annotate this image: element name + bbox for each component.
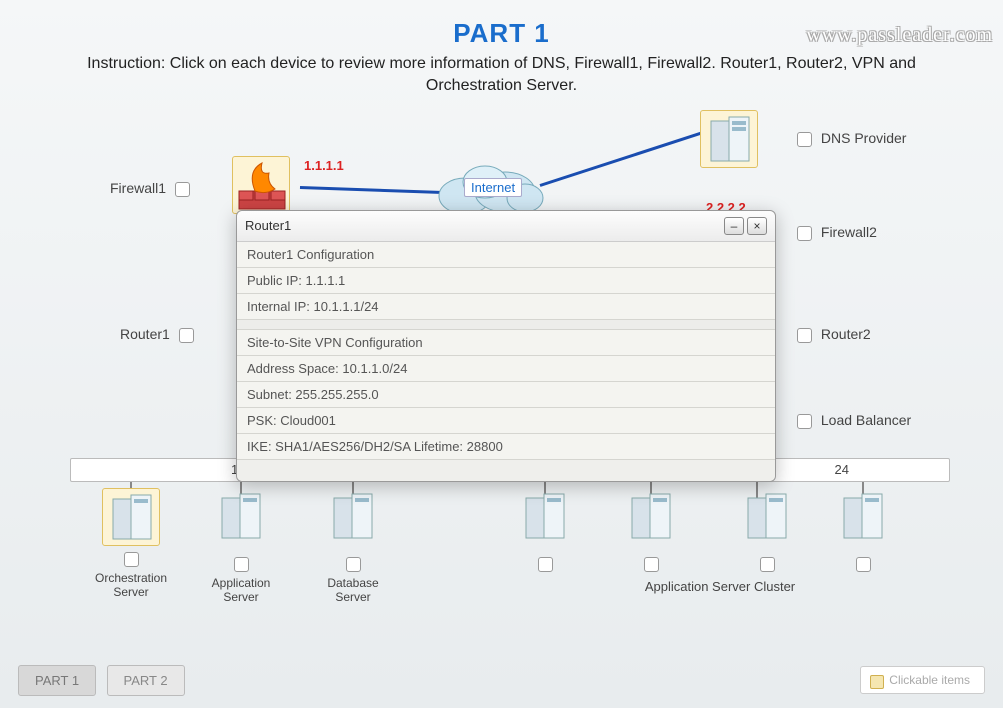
server-icon (516, 488, 574, 546)
application-server-device[interactable] (212, 488, 270, 551)
part2-button[interactable]: PART 2 (107, 665, 185, 696)
cluster1-checkbox[interactable] (538, 557, 553, 572)
dns-checkbox[interactable] (797, 132, 812, 147)
internet-label: Internet (464, 178, 522, 197)
server-icon (738, 488, 796, 546)
router2-checkbox[interactable] (797, 328, 812, 343)
dialog-row: PSK: Cloud001 (237, 408, 775, 434)
router2-text: Router2 (821, 326, 871, 342)
firewall2-text: Firewall2 (821, 224, 877, 240)
dialog-row: Internal IP: 10.1.1.1/24 (237, 294, 775, 320)
server-icon (324, 488, 382, 546)
load-balancer-text: Load Balancer (821, 412, 911, 428)
minimize-button[interactable]: – (724, 217, 744, 235)
firewall1-ip: 1.1.1.1 (304, 158, 344, 173)
server-icon (834, 488, 892, 546)
orchestration-label: Orchestration Server (86, 571, 176, 600)
orchestration-checkbox[interactable] (124, 552, 139, 567)
router1-checkbox[interactable] (179, 328, 194, 343)
dialog-row: Router1 Configuration (237, 242, 775, 268)
cluster-server-3 (712, 488, 822, 576)
internet-cloud: Internet (430, 158, 550, 218)
cluster-server-2 (606, 488, 696, 576)
cluster-label-text: Application Server Cluster (645, 579, 795, 594)
close-button[interactable]: × (747, 217, 767, 235)
database-server-item: Database Server (308, 488, 398, 605)
dns-device[interactable] (700, 110, 758, 168)
cluster4-device[interactable] (834, 488, 892, 551)
application-server-item: Application Server (196, 488, 286, 605)
part1-button[interactable]: PART 1 (18, 665, 96, 696)
cluster3-device[interactable] (738, 488, 796, 551)
dialog-title: Router1 (245, 218, 721, 233)
topology-canvas: Firewall1 1.1.1.1 Internet (0, 98, 1003, 658)
orchestration-server-device[interactable] (102, 488, 160, 546)
cluster-server-4 (818, 488, 908, 576)
database-server-device[interactable] (324, 488, 382, 551)
firewall1-device[interactable] (232, 156, 290, 214)
router1-dialog: Router1 – × Router1 Configuration Public… (236, 210, 776, 482)
dialog-row: IKE: SHA1/AES256/DH2/SA Lifetime: 28800 (237, 434, 775, 459)
dialog-titlebar[interactable]: Router1 – × (237, 211, 775, 242)
firewall1-checkbox[interactable] (175, 182, 190, 197)
router1-label: Router1 (120, 326, 199, 343)
application-checkbox[interactable] (234, 557, 249, 572)
server-icon (103, 489, 161, 547)
firewall-icon (237, 161, 287, 211)
firewall1-label: Firewall1 (110, 180, 195, 197)
orchestration-server-item: Orchestration Server (86, 488, 176, 600)
application-label: Application Server (196, 576, 286, 605)
database-checkbox[interactable] (346, 557, 361, 572)
cluster-server-1 (500, 488, 590, 576)
router2-label: Router2 (792, 326, 871, 343)
cluster3-checkbox[interactable] (760, 557, 775, 572)
link-firewall1-internet (300, 186, 450, 194)
server-icon (701, 111, 759, 169)
dns-provider-label: DNS Provider (792, 130, 906, 147)
link-internet-dns (540, 131, 703, 186)
dialog-footer (237, 459, 775, 481)
firewall2-checkbox[interactable] (797, 226, 812, 241)
instruction-text: Instruction: Click on each device to rev… (0, 53, 1003, 98)
server-icon (622, 488, 680, 546)
subnet-right: 24 (835, 462, 849, 477)
dialog-row: Subnet: 255.255.255.0 (237, 382, 775, 408)
dialog-row: Site-to-Site VPN Configuration (237, 330, 775, 356)
router1-text: Router1 (120, 326, 170, 342)
watermark: www.passleader.com (806, 24, 993, 47)
server-icon (212, 488, 270, 546)
dialog-gap (237, 320, 775, 330)
load-balancer-label: Load Balancer (792, 412, 911, 429)
cluster1-device[interactable] (516, 488, 574, 551)
dialog-row: Public IP: 1.1.1.1 (237, 268, 775, 294)
firewall1-text: Firewall1 (110, 180, 166, 196)
cluster2-checkbox[interactable] (644, 557, 659, 572)
firewall2-label: Firewall2 (792, 224, 877, 241)
cluster4-checkbox[interactable] (856, 557, 871, 572)
dns-text: DNS Provider (821, 130, 907, 146)
cluster-group-label: Application Server Cluster (590, 578, 850, 596)
dialog-row: Address Space: 10.1.1.0/24 (237, 356, 775, 382)
database-label: Database Server (308, 576, 398, 605)
load-balancer-checkbox[interactable] (797, 414, 812, 429)
footer-buttons: PART 1 PART 2 (18, 665, 191, 696)
cluster2-device[interactable] (622, 488, 680, 551)
